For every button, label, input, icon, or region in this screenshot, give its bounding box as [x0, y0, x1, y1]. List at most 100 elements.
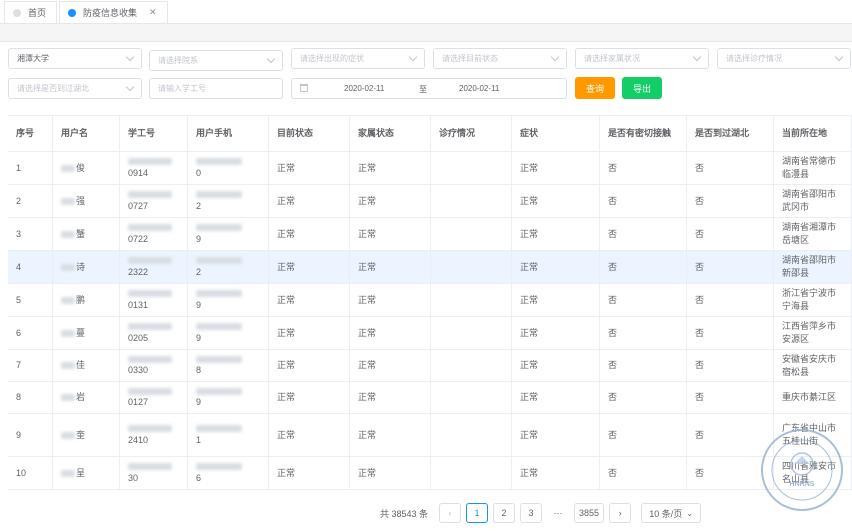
table-cell-treat: [431, 414, 512, 456]
table-cell-id: 2322: [120, 251, 188, 283]
table-cell-no: 2: [8, 185, 53, 217]
table-row[interactable]: 10 呈 30 6 正常 正常 正常否否四川省雅安市名山县: [8, 457, 852, 490]
tab-home[interactable]: 首页: [4, 1, 58, 23]
table-cell-no: 9: [8, 414, 53, 456]
table-cell-phone: 9: [188, 218, 269, 250]
query-button[interactable]: 查询: [575, 77, 615, 99]
table-cell-status: 正常: [269, 218, 350, 250]
table-cell-family: 正常: [350, 152, 431, 184]
date-start[interactable]: 2020-02-11: [344, 84, 384, 93]
school-select[interactable]: 湘潭大学: [8, 48, 142, 69]
redacted-blur-row: [196, 386, 242, 396]
family-status-placeholder: 请选择家属状况: [584, 54, 640, 63]
date-range-picker[interactable]: 2020-02-11 至 2020-02-11: [291, 78, 567, 99]
date-end[interactable]: 2020-02-11: [459, 84, 499, 93]
redacted-blur-row: [128, 157, 172, 167]
redacted-blur: [128, 224, 172, 231]
user-name-fragment: 俊: [76, 162, 86, 173]
prev-page-button[interactable]: ‹: [439, 503, 462, 523]
table-row[interactable]: 4 诗 2322 2 正常 正常 正常否否湖南省邵阳市新邵县: [8, 251, 852, 284]
close-icon[interactable]: ✕: [149, 7, 157, 18]
student-id-fragment: 0205: [128, 332, 149, 343]
last-page-button[interactable]: 3855: [574, 503, 605, 523]
column-header: 目前状态: [269, 116, 350, 151]
redacted-blur-row: [128, 386, 172, 396]
student-id-input[interactable]: 请输入学工号: [149, 78, 283, 99]
user-name-fragment: 岩: [76, 392, 86, 402]
user-name-fragment: 强: [76, 195, 86, 206]
student-id-fragment: 2322: [128, 266, 149, 277]
hubei-placeholder: 请选择是否到过湖北: [17, 84, 89, 93]
toolbar-strip: [0, 24, 852, 42]
table-cell-treat: [431, 382, 512, 413]
table-cell-treat: [431, 317, 512, 349]
table-cell-name: 俊: [53, 152, 120, 184]
table-row[interactable]: 1 俊 0914 0 正常 正常 正常否否湖南省常德市临澧县: [8, 152, 852, 185]
pagination: 共 38543 条 ‹ 1 2 3 ··· 3855 › 10 条/页 ⌄: [380, 503, 702, 523]
page-size-select[interactable]: 10 条/页 ⌄: [641, 503, 702, 523]
student-id-placeholder: 请输入学工号: [158, 84, 206, 93]
department-select[interactable]: 请选择院系: [149, 50, 283, 71]
table-cell-treat: [431, 218, 512, 250]
table-row[interactable]: 5 鹏 0131 9 正常 正常 正常否否浙江省宁波市宁海县: [8, 284, 852, 317]
table-cell-contact: 否: [600, 218, 687, 250]
page-1-button[interactable]: 1: [466, 503, 489, 523]
seal-watermark-icon: HNRNS: [761, 429, 843, 511]
redacted-blur: [61, 230, 75, 238]
phone-fragment: 8: [196, 365, 202, 375]
table-cell-phone: 1: [188, 414, 269, 456]
table-cell-contact: 否: [600, 284, 687, 316]
export-button[interactable]: 导出: [622, 77, 662, 99]
table-row[interactable]: 9 奎 2410 1 正常 正常 正常否否广东省中山市五桂山街: [8, 414, 852, 457]
page-2-button[interactable]: 2: [493, 503, 516, 523]
family-status-select[interactable]: 请选择家属状况: [575, 48, 709, 69]
phone-fragment: 0: [196, 167, 202, 178]
table-cell-status: 正常: [269, 185, 350, 217]
seal-text: HNRNS: [790, 481, 815, 488]
redacted-blur-row: [196, 462, 242, 472]
redacted-blur: [61, 263, 75, 271]
redacted-blur: [61, 296, 75, 304]
table-cell-family: 正常: [350, 457, 431, 489]
data-table: 序号 用户名 学工号 用户手机 目前状态 家属状态 诊疗情况 症状 是否有密切接触 是否到过湖北当…: [8, 115, 852, 490]
redacted-blur: [128, 463, 172, 470]
chevron-down-icon: [125, 52, 135, 62]
table-row[interactable]: 3 蟹 0722 9 正常 正常 正常否否湖南省湘潭市岳塘区: [8, 218, 852, 251]
table-cell-id: 0330: [120, 350, 188, 381]
redacted-blur-row: [196, 190, 242, 200]
table-cell-contact: 否: [600, 457, 687, 489]
table-cell-family: 正常: [350, 317, 431, 349]
table-cell-hubei: 否: [687, 382, 774, 413]
table-cell-location: 湖南省邵阳市新邵县: [774, 251, 852, 283]
redacted-blur: [128, 425, 172, 432]
page-3-button[interactable]: 3: [520, 503, 543, 523]
next-page-button[interactable]: ›: [609, 503, 632, 523]
student-id-fragment: 30: [128, 472, 139, 483]
table-cell-id: 0722: [120, 218, 188, 250]
user-name-fragment: 诗: [76, 261, 86, 272]
table-row[interactable]: 7 佳 0330 8 正常 正常 正常否否安徽省安庆市宿松县: [8, 350, 852, 382]
redacted-blur: [128, 355, 172, 363]
total-count: 共 38543 条: [380, 508, 429, 519]
table-cell-contact: 否: [600, 317, 687, 349]
treatment-select[interactable]: 请选择诊疗情况: [717, 48, 851, 69]
symptom-select[interactable]: 请选择出现的症状: [291, 48, 425, 69]
student-id-fragment: 0127: [128, 397, 149, 407]
more-pages-icon[interactable]: ···: [547, 503, 570, 523]
table-cell-contact: 否: [600, 152, 687, 184]
redacted-blur-row: [128, 190, 172, 200]
column-header: 用户名: [53, 116, 120, 151]
redacted-blur: [196, 290, 242, 297]
table-row[interactable]: 2 强 0727 2 正常 正常 正常否否湖南省邵阳市武冈市: [8, 185, 852, 218]
hubei-select[interactable]: 请选择是否到过湖北: [8, 78, 142, 99]
redacted-blur: [61, 329, 75, 337]
table-row[interactable]: 6 蔓 0205 9 正常 正常 正常否否江西省萍乡市安源区: [8, 317, 852, 350]
phone-fragment: 1: [196, 434, 202, 445]
phone-fragment: 2: [196, 266, 202, 277]
table-cell-location: 重庆市綦江区: [774, 382, 852, 413]
current-status-select[interactable]: 请选择目前状态: [433, 48, 567, 69]
table-row[interactable]: 8 岩 0127 9 正常 正常 正常否否重庆市綦江区: [8, 382, 852, 414]
tab-epidemic-info[interactable]: 防疫信息收集 ✕: [59, 1, 168, 23]
table-cell-treat: [431, 457, 512, 489]
chevron-down-icon: [550, 52, 560, 62]
